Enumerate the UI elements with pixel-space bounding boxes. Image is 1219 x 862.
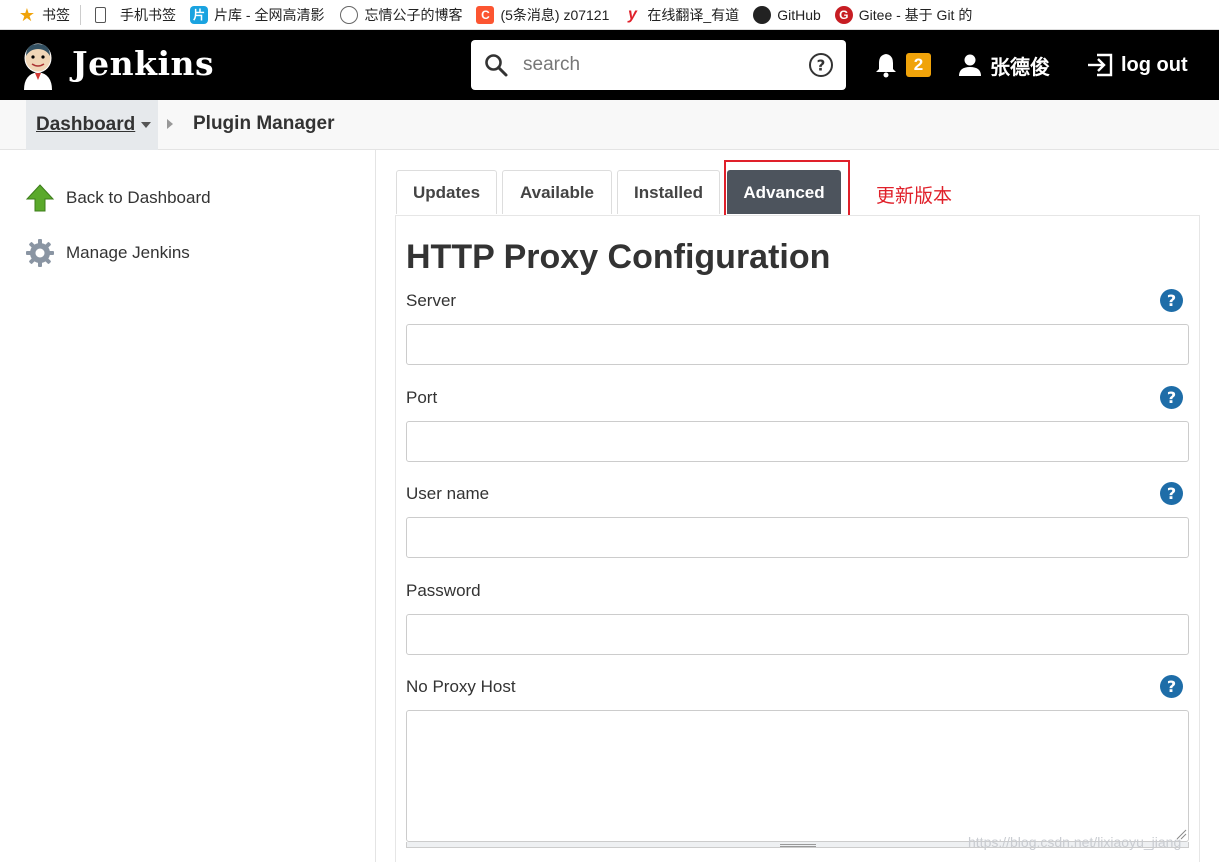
top-header: Jenkins ? 2 张德俊 log out xyxy=(0,30,1219,100)
csdn-icon: C xyxy=(476,5,495,24)
no-proxy-host-help-icon[interactable]: ? xyxy=(1160,675,1183,698)
bookmark-item[interactable]: 手机书签 xyxy=(95,0,176,29)
logout-link[interactable]: log out xyxy=(1086,50,1188,80)
github-icon xyxy=(753,5,772,24)
svg-text:?: ? xyxy=(817,57,826,75)
breadcrumb-dashboard-link[interactable]: Dashboard xyxy=(36,114,135,136)
sidebar: Back to Dashboard Manage Jenkins xyxy=(0,150,376,862)
server-label: Server xyxy=(406,291,457,310)
tab-installed[interactable]: Installed xyxy=(617,170,720,214)
username-label: User name xyxy=(406,484,490,503)
breadcrumb-current: Plugin Manager xyxy=(193,113,335,134)
globe-icon xyxy=(340,5,359,24)
no-proxy-host-field[interactable] xyxy=(406,710,1189,842)
brand-title[interactable]: Jenkins xyxy=(72,44,214,83)
port-label: Port xyxy=(406,388,438,407)
sidebar-item-label: Manage Jenkins xyxy=(66,243,190,262)
bookmark-label: 书签 xyxy=(42,6,70,23)
logout-label: log out xyxy=(1121,53,1188,76)
bookmark-item[interactable]: y 在线翻译_有道 xyxy=(623,0,740,29)
bookmark-label: 片库 - 全网高清影 xyxy=(214,6,325,23)
watermark: https://blog.csdn.net/lixiaoyu_jiang xyxy=(968,834,1182,850)
search-input[interactable] xyxy=(523,50,793,80)
bookmark-item[interactable]: G Gitee - 基于 Git 的 xyxy=(834,0,973,29)
notification-badge[interactable]: 2 xyxy=(906,53,931,77)
username: 张德俊 xyxy=(990,56,1050,79)
bookmark-label: GitHub xyxy=(777,6,821,23)
bookmark-label: 在线翻译_有道 xyxy=(647,6,740,23)
sidebar-item-back-to-dashboard[interactable]: Back to Dashboard xyxy=(24,182,211,214)
user-icon xyxy=(959,54,981,76)
username-field[interactable] xyxy=(406,517,1189,558)
bookmark-item[interactable]: GitHub xyxy=(753,0,821,29)
up-arrow-icon xyxy=(25,184,55,212)
port-help-icon[interactable]: ? xyxy=(1160,386,1183,409)
bookmark-label: 手机书签 xyxy=(120,6,176,23)
bookmark-label: 忘情公子的博客 xyxy=(364,6,463,23)
sidebar-item-manage-jenkins[interactable]: Manage Jenkins xyxy=(24,237,190,269)
breadcrumb: Dashboard Plugin Manager xyxy=(0,100,1219,150)
logout-icon xyxy=(1088,53,1113,77)
jenkins-logo-icon[interactable] xyxy=(18,40,58,90)
phone-icon xyxy=(95,6,106,23)
bookmark-divider xyxy=(80,4,81,25)
gitee-icon: G xyxy=(834,5,853,24)
highlight-box xyxy=(724,160,850,223)
pianku-icon: 片 xyxy=(190,5,208,24)
bookmark-item[interactable]: 片 片库 - 全网高清影 xyxy=(190,0,325,29)
bookmark-item[interactable]: 忘情公子的博客 xyxy=(340,0,463,29)
sidebar-item-label: Back to Dashboard xyxy=(66,188,211,207)
search-icon xyxy=(485,54,508,77)
youdao-icon: y xyxy=(627,5,637,23)
chevron-down-icon[interactable] xyxy=(141,122,152,128)
password-label: Password xyxy=(406,581,481,600)
page-title: HTTP Proxy Configuration xyxy=(406,238,831,276)
search-box: ? xyxy=(471,40,846,90)
server-field[interactable] xyxy=(406,324,1189,365)
breadcrumb-dashboard[interactable]: Dashboard xyxy=(26,100,158,150)
password-field[interactable] xyxy=(406,614,1189,655)
user-menu[interactable]: 张德俊 xyxy=(958,50,1050,80)
gear-icon xyxy=(26,239,54,267)
drag-handle-icon[interactable] xyxy=(780,844,816,847)
bookmark-label: Gitee - 基于 Git 的 xyxy=(858,6,973,23)
bookmark-item[interactable]: ★ 书签 xyxy=(18,0,70,29)
username-help-icon[interactable]: ? xyxy=(1160,482,1183,505)
bookmark-item[interactable]: C (5条消息) z07121 xyxy=(476,0,610,29)
notification-bell-icon[interactable] xyxy=(874,52,898,78)
no-proxy-host-label: No Proxy Host xyxy=(406,677,516,696)
annotation-text: 更新版本 xyxy=(876,186,953,207)
port-field[interactable] xyxy=(406,421,1189,462)
tab-updates[interactable]: Updates xyxy=(396,170,497,214)
server-help-icon[interactable]: ? xyxy=(1160,289,1183,312)
bookmark-label: (5条消息) z07121 xyxy=(500,6,610,23)
tab-available[interactable]: Available xyxy=(502,170,612,214)
help-icon[interactable]: ? xyxy=(808,52,834,78)
bookmarks-bar: ★ 书签 手机书签 片 片库 - 全网高清影 忘情公子的博客 C (5条消息) … xyxy=(0,0,1219,30)
chevron-right-icon xyxy=(167,119,173,129)
star-icon: ★ xyxy=(18,4,36,25)
